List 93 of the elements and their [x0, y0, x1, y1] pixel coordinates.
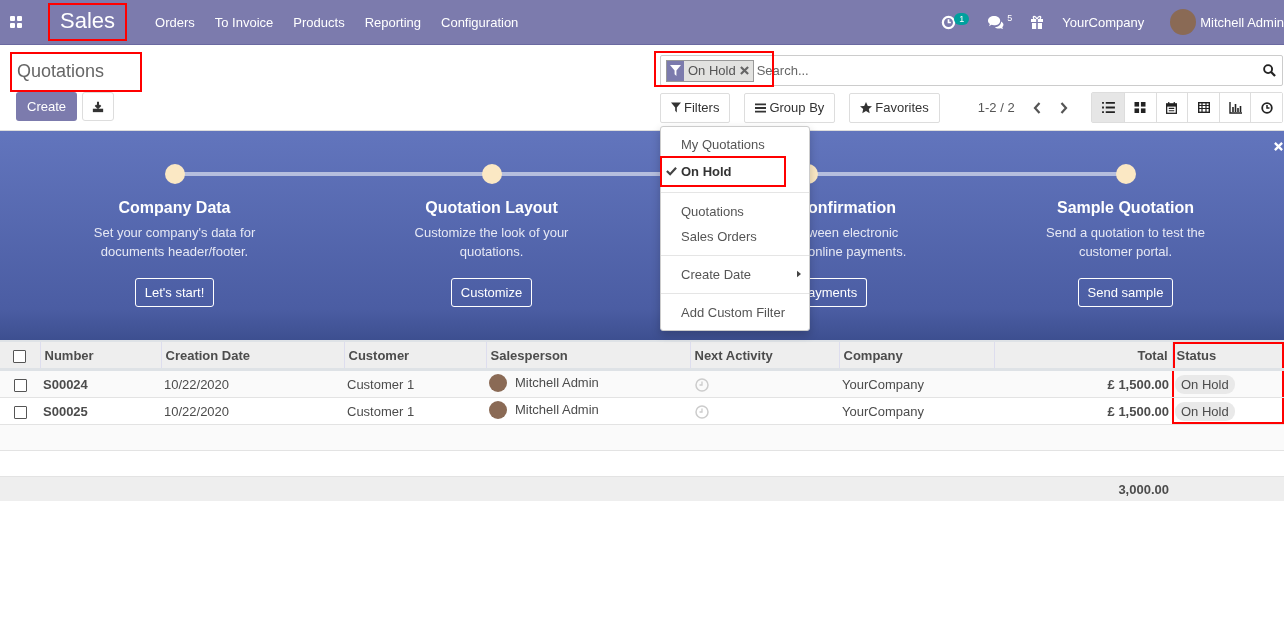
column-header[interactable]: Status: [1172, 341, 1284, 370]
date-cell: 10/22/2020: [161, 397, 344, 425]
customer-cell: Customer 1: [344, 369, 486, 398]
message-count: 5: [1007, 13, 1013, 23]
activity-count-badge: 1: [954, 13, 970, 25]
grand-total: 3,000.00: [994, 476, 1172, 501]
total-cell: £ 1,500.00: [994, 369, 1172, 398]
column-header[interactable]: Number: [40, 341, 161, 370]
download-button[interactable]: [82, 92, 115, 121]
filter-facet[interactable]: On Hold: [666, 59, 754, 82]
search-option-button[interactable]: Group By: [744, 92, 836, 123]
checkmark-icon: [666, 166, 677, 176]
company-cell: YourCompany: [839, 397, 994, 425]
search-option-button[interactable]: Favorites: [849, 92, 940, 123]
step-description: Send a quotation to test the: [1046, 224, 1205, 242]
download-icon: [92, 100, 105, 113]
step-title: onfirmation: [808, 199, 896, 217]
next-page-icon[interactable]: [1059, 101, 1068, 114]
nav-menu-item[interactable]: Products: [293, 14, 345, 30]
search-option-button[interactable]: Filters: [660, 92, 731, 123]
column-header[interactable]: Total: [994, 341, 1172, 370]
previous-page-icon[interactable]: [1032, 101, 1041, 114]
caret-icon: [797, 270, 801, 278]
user-menu[interactable]: Mitchell Admin: [1200, 14, 1284, 30]
nav-menu-item[interactable]: Reporting: [364, 14, 421, 30]
breadcrumb-title: Quotations: [10, 52, 143, 92]
date-cell: 10/22/2020: [161, 369, 344, 398]
menu-icon: [755, 102, 767, 113]
remove-icon[interactable]: [739, 66, 749, 75]
step-description: Set your company's data for: [93, 224, 256, 242]
select-all-checkbox[interactable]: [13, 349, 27, 363]
calendar-icon: [1166, 101, 1178, 114]
star-icon: [860, 101, 873, 114]
step-dot: [481, 164, 502, 184]
grid-icon: [1134, 102, 1147, 113]
step-action-button[interactable]: Customize: [450, 278, 533, 307]
total-cell: £ 1,500.00: [994, 397, 1172, 425]
step-description: documents header/footer.: [100, 243, 249, 261]
list-view-button[interactable]: [1092, 93, 1125, 122]
chat-icon[interactable]: [987, 14, 1005, 30]
filter-menu-item[interactable]: Sales Orders: [661, 223, 809, 249]
salesperson-cell: Mitchell Admin: [515, 402, 599, 417]
status-badge: On Hold: [1175, 374, 1235, 394]
user-avatar: [1170, 9, 1197, 35]
close-icon[interactable]: [1274, 142, 1283, 151]
column-header[interactable]: Creation Date: [161, 341, 344, 370]
apps-grid-icon[interactable]: [10, 16, 22, 28]
step-dot: [164, 164, 185, 184]
clock-icon: [1260, 101, 1273, 114]
activity-view-button[interactable]: [1250, 93, 1282, 122]
step-dot: [1115, 164, 1136, 184]
create-button[interactable]: Create: [16, 92, 78, 121]
filter-menu-item[interactable]: On Hold: [661, 156, 785, 186]
company-cell: YourCompany: [839, 369, 994, 398]
step-title: Quotation Layout: [425, 199, 558, 217]
filter-menu-item[interactable]: My Quotations: [661, 131, 809, 157]
column-header[interactable]: Company: [839, 341, 994, 370]
step-title: Company Data: [118, 199, 231, 217]
search-icon[interactable]: [1263, 64, 1276, 77]
step-title: Sample Quotation: [1057, 199, 1194, 217]
salesperson-cell: Mitchell Admin: [515, 375, 599, 390]
column-header[interactable]: Salesperson: [486, 341, 690, 370]
step-action-button[interactable]: Let's start!: [134, 278, 215, 307]
step-description: quotations.: [459, 243, 524, 261]
step-description: Customize the look of your: [414, 224, 569, 242]
bar-chart-icon: [1228, 101, 1242, 114]
company-switcher[interactable]: YourCompany: [1062, 14, 1145, 30]
status-badge: On Hold: [1175, 401, 1235, 421]
order-number-cell: S00024: [40, 369, 161, 398]
pager-value: 1-2 / 2: [977, 100, 1015, 115]
app-name: Sales: [48, 3, 128, 41]
order-number-cell: S00025: [40, 397, 161, 425]
nav-menu-item[interactable]: To Invoice: [214, 14, 274, 30]
column-header[interactable]: Customer: [344, 341, 486, 370]
filter-menu-item[interactable]: Create Date: [661, 261, 809, 287]
filter-icon: [670, 65, 681, 76]
list-icon: [1101, 102, 1115, 113]
filter-menu-item[interactable]: Add Custom Filter: [661, 299, 809, 325]
step-description: customer portal.: [1078, 243, 1173, 261]
nav-menu-item[interactable]: Configuration: [441, 14, 519, 30]
row-checkbox[interactable]: [13, 405, 27, 419]
customer-cell: Customer 1: [344, 397, 486, 425]
filter-icon: [671, 102, 681, 113]
gift-icon[interactable]: [1030, 15, 1045, 29]
row-checkbox[interactable]: [13, 378, 27, 392]
salesperson-avatar: [489, 400, 507, 419]
filter-menu-item[interactable]: Quotations: [661, 198, 809, 224]
step-action-button[interactable]: Send sample: [1077, 278, 1174, 307]
table-icon: [1197, 102, 1210, 113]
column-header[interactable]: Next Activity: [690, 341, 839, 370]
salesperson-avatar: [489, 373, 507, 392]
step-action-button[interactable]: ayments: [808, 278, 868, 307]
nav-menu-item[interactable]: Orders: [155, 14, 195, 30]
